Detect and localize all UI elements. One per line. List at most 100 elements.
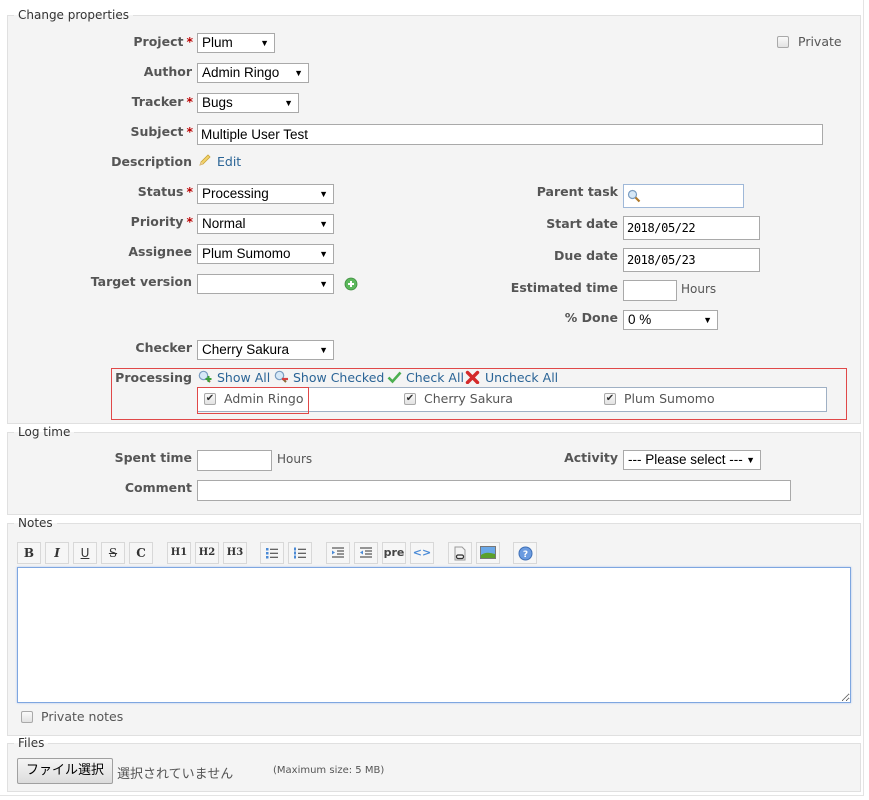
- heading-2-button[interactable]: H2: [195, 542, 219, 564]
- priority-label: Priority *: [130, 214, 193, 229]
- uncheck-all-link[interactable]: Uncheck All: [485, 370, 558, 385]
- checker-select[interactable]: Cherry Sakura ▼: [197, 340, 334, 360]
- check-all-icon: [387, 370, 402, 387]
- author-select[interactable]: Admin Ringo ▼: [197, 63, 309, 83]
- estimated-time-unit: Hours: [681, 282, 717, 296]
- link-icon: [454, 546, 466, 561]
- start-date-input[interactable]: 2018/05/22: [623, 216, 760, 240]
- link-button[interactable]: [448, 542, 472, 564]
- processing-user-checkbox[interactable]: ✔: [604, 393, 616, 405]
- image-button[interactable]: [476, 542, 500, 564]
- chevron-down-icon: ▼: [319, 189, 328, 199]
- private-label: Private: [798, 34, 842, 49]
- priority-select[interactable]: Normal ▼: [197, 214, 334, 234]
- indent-button[interactable]: [326, 542, 350, 564]
- underline-button[interactable]: U: [73, 542, 97, 564]
- processing-user-name: Plum Sumomo: [624, 391, 715, 406]
- tracker-select[interactable]: Bugs ▼: [197, 93, 299, 113]
- help-button[interactable]: ?: [513, 542, 537, 564]
- preformatted-button[interactable]: pre: [382, 542, 406, 564]
- ordered-list-button[interactable]: [288, 542, 312, 564]
- target-version-label: Target version: [90, 274, 192, 289]
- no-file-selected-text: 選択されていません: [117, 767, 234, 782]
- start-date-label: Start date: [546, 216, 618, 231]
- subject-input[interactable]: Multiple User Test: [197, 124, 823, 145]
- indent-icon: [332, 547, 344, 558]
- processing-user-name: Cherry Sakura: [424, 391, 513, 406]
- description-label: Description: [111, 154, 192, 169]
- project-select[interactable]: Plum ▼: [197, 33, 275, 53]
- help-icon: ?: [518, 546, 532, 561]
- tracker-label: Tracker *: [131, 94, 193, 109]
- author-label: Author: [143, 64, 192, 79]
- parent-task-label: Parent task: [536, 184, 618, 199]
- spent-time-input[interactable]: [197, 450, 272, 471]
- assignee-select[interactable]: Plum Sumomo ▼: [197, 244, 334, 264]
- inline-code-button[interactable]: C: [129, 542, 153, 564]
- done-ratio-select[interactable]: 0 % ▼: [623, 310, 718, 330]
- activity-select[interactable]: --- Please select --- ▼: [623, 450, 761, 470]
- ordered-list-icon: [294, 547, 306, 559]
- chevron-down-icon: ▼: [703, 315, 712, 325]
- status-label: Status *: [137, 184, 193, 199]
- heading-3-button[interactable]: H3: [223, 542, 247, 564]
- strikethrough-button[interactable]: S: [101, 542, 125, 564]
- description-edit-link[interactable]: Edit: [217, 154, 241, 169]
- parent-task-input[interactable]: [623, 184, 744, 208]
- check-all-link[interactable]: Check All: [406, 370, 464, 385]
- subject-label: Subject *: [130, 124, 193, 139]
- change-properties-legend: Change properties: [18, 8, 129, 22]
- private-notes-checkbox[interactable]: [21, 711, 33, 723]
- processing-label: Processing: [115, 370, 192, 385]
- spent-time-unit: Hours: [277, 452, 313, 466]
- status-select[interactable]: Processing ▼: [197, 184, 334, 204]
- private-checkbox[interactable]: [777, 36, 789, 48]
- max-size-text: (Maximum size: 5 MB): [273, 765, 385, 776]
- code-highlight-button[interactable]: <>: [410, 542, 434, 564]
- processing-user-checkbox[interactable]: ✔: [204, 393, 216, 405]
- chevron-down-icon: ▼: [294, 68, 303, 78]
- private-notes-label: Private notes: [41, 709, 124, 724]
- spent-time-label: Spent time: [114, 450, 192, 465]
- show-all-link[interactable]: Show All: [217, 370, 270, 385]
- notes-legend: Notes: [18, 516, 53, 530]
- due-date-input[interactable]: 2018/05/23: [623, 248, 760, 272]
- comment-label: Comment: [124, 480, 192, 495]
- search-icon: [627, 189, 641, 207]
- files-legend: Files: [18, 736, 45, 750]
- outdent-button[interactable]: [354, 542, 378, 564]
- target-version-select[interactable]: ▼: [197, 274, 334, 294]
- notes-textarea[interactable]: [17, 567, 851, 703]
- assignee-label: Assignee: [128, 244, 192, 259]
- show-all-icon: [198, 370, 213, 387]
- svg-text:?: ?: [522, 550, 527, 560]
- show-checked-icon: [274, 370, 289, 387]
- outdent-icon: [360, 547, 372, 558]
- estimated-time-input[interactable]: [623, 280, 677, 301]
- log-time-legend: Log time: [18, 425, 71, 439]
- uncheck-all-icon: [465, 370, 480, 387]
- checker-label: Checker: [135, 340, 192, 355]
- activity-label: Activity: [564, 450, 618, 465]
- bold-button[interactable]: B: [17, 542, 41, 564]
- chevron-down-icon: ▼: [260, 38, 269, 48]
- choose-file-button[interactable]: ファイル選択: [17, 758, 113, 784]
- comment-input[interactable]: [197, 480, 791, 501]
- chevron-down-icon: ▼: [319, 219, 328, 229]
- estimated-time-label: Estimated time: [510, 280, 618, 295]
- show-checked-link[interactable]: Show Checked: [293, 370, 384, 385]
- italic-button[interactable]: I: [45, 542, 69, 564]
- done-ratio-label: % Done: [564, 310, 618, 325]
- due-date-label: Due date: [554, 248, 618, 263]
- pencil-icon: [198, 153, 212, 170]
- log-time-fieldset: Log time: [7, 425, 861, 515]
- chevron-down-icon: ▼: [319, 345, 328, 355]
- unordered-list-button[interactable]: [260, 542, 284, 564]
- chevron-down-icon: ▼: [319, 279, 328, 289]
- chevron-down-icon: ▼: [746, 455, 755, 465]
- unordered-list-icon: [266, 548, 278, 559]
- processing-user-checkbox[interactable]: ✔: [404, 393, 416, 405]
- add-version-icon[interactable]: [344, 277, 358, 294]
- heading-1-button[interactable]: H1: [167, 542, 191, 564]
- processing-user-name: Admin Ringo: [224, 391, 304, 406]
